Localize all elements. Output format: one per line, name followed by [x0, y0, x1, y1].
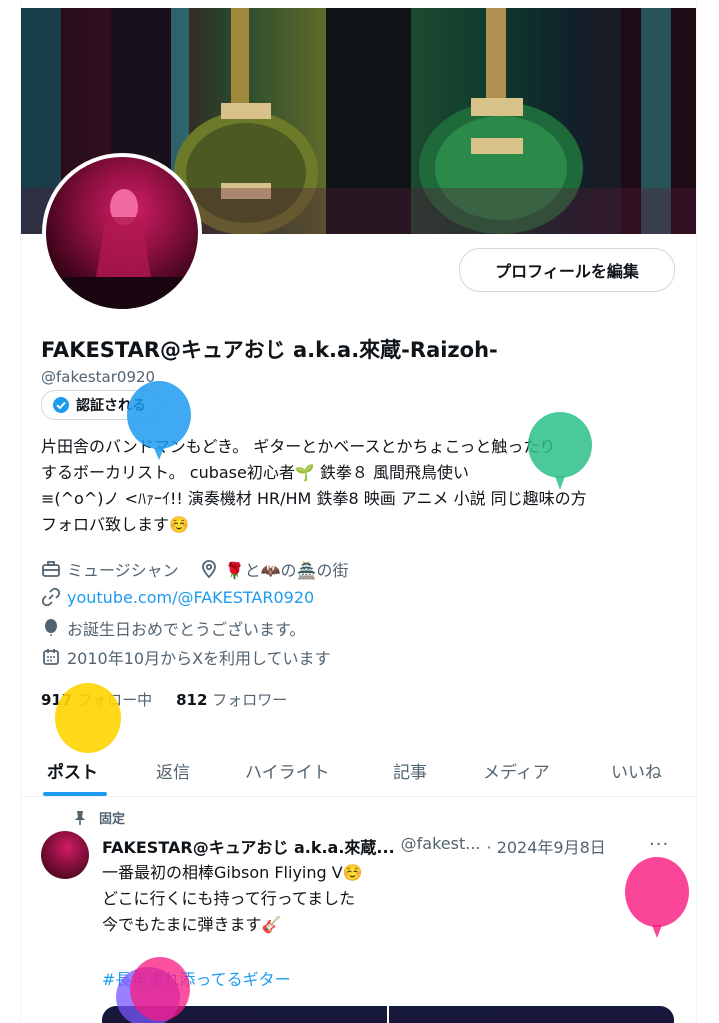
profile-website-link[interactable]: youtube.com/@FAKESTAR0920 — [67, 588, 314, 607]
tab-replies[interactable]: 返信 — [156, 744, 190, 796]
location-pin-icon — [201, 560, 216, 579]
profile-category: ミュージシャン — [67, 561, 179, 580]
edit-profile-button[interactable]: プロフィールを編集 — [459, 248, 675, 292]
bio-line: フォロバ致します☺️ — [41, 515, 189, 534]
avatar-image — [46, 189, 198, 309]
pink-balloon-icon — [625, 857, 689, 938]
profile-joined-row: 2010年10月からXを利用しています — [41, 645, 331, 669]
followers-link[interactable]: 812 フォロワー — [176, 689, 287, 710]
followers-label: フォロワー — [212, 691, 288, 709]
profile-avatar[interactable] — [42, 153, 202, 313]
post-author-avatar[interactable] — [41, 831, 89, 879]
post-author-handle[interactable]: @fakest... — [401, 834, 481, 858]
more-options-icon[interactable]: ··· — [649, 834, 669, 855]
post-image[interactable] — [389, 1006, 674, 1023]
followers-count: 812 — [176, 691, 208, 709]
pin-icon — [75, 810, 85, 825]
calendar-icon — [43, 649, 59, 665]
profile-joined: 2010年10月からXを利用しています — [67, 649, 331, 668]
post-header: FAKESTAR@キュアおじ a.k.a.來蔵... @fakest... · … — [102, 834, 606, 858]
blue-balloon-icon — [127, 381, 191, 460]
yellow-balloon-icon — [55, 683, 121, 753]
briefcase-icon — [42, 561, 60, 577]
top-edge — [21, 0, 696, 8]
pink-purple-balloon-icon — [116, 957, 190, 1023]
profile-location: 🌹と🦇の🏯の街 — [224, 561, 349, 580]
green-balloon-icon — [528, 412, 592, 490]
post-text: 一番最初の相棒Gibson Fliying V☺️ どこに行くにも持って行ってま… — [102, 860, 363, 938]
post-line: 今でもたまに弾きます🎸 — [102, 915, 282, 934]
pinned-label: 固定 — [99, 812, 126, 827]
display-name: FAKESTAR@キュアおじ a.k.a.來蔵-Raizoh- — [41, 338, 498, 362]
verified-badge-icon — [53, 397, 69, 413]
profile-birthday-row: お誕生日おめでとうございます。 — [41, 616, 305, 640]
profile-meta-row: ミュージシャン 🌹と🦇の🏯の街 — [41, 557, 348, 581]
tab-media[interactable]: メディア — [483, 744, 550, 796]
post-line: どこに行くにも持って行ってました — [102, 889, 356, 908]
profile-page: プロフィールを編集 FAKESTAR@キュアおじ a.k.a.來蔵-Raizoh… — [20, 0, 697, 1023]
active-tab-indicator — [43, 792, 107, 796]
tab-highlights[interactable]: ハイライト — [245, 744, 330, 796]
profile-website-row: youtube.com/@FAKESTAR0920 — [41, 587, 314, 607]
tab-articles[interactable]: 記事 — [393, 744, 427, 796]
post-line: 一番最初の相棒Gibson Fliying V☺️ — [102, 863, 363, 882]
tab-likes[interactable]: いいね — [611, 744, 662, 796]
link-icon — [41, 587, 61, 607]
pinned-indicator: 固定 — [73, 808, 125, 827]
post-date[interactable]: · 2024年9月8日 — [487, 834, 606, 858]
post-author-name[interactable]: FAKESTAR@キュアおじ a.k.a.來蔵... — [102, 834, 395, 858]
profile-birthday: お誕生日おめでとうございます。 — [67, 620, 306, 639]
balloon-icon — [45, 619, 57, 636]
